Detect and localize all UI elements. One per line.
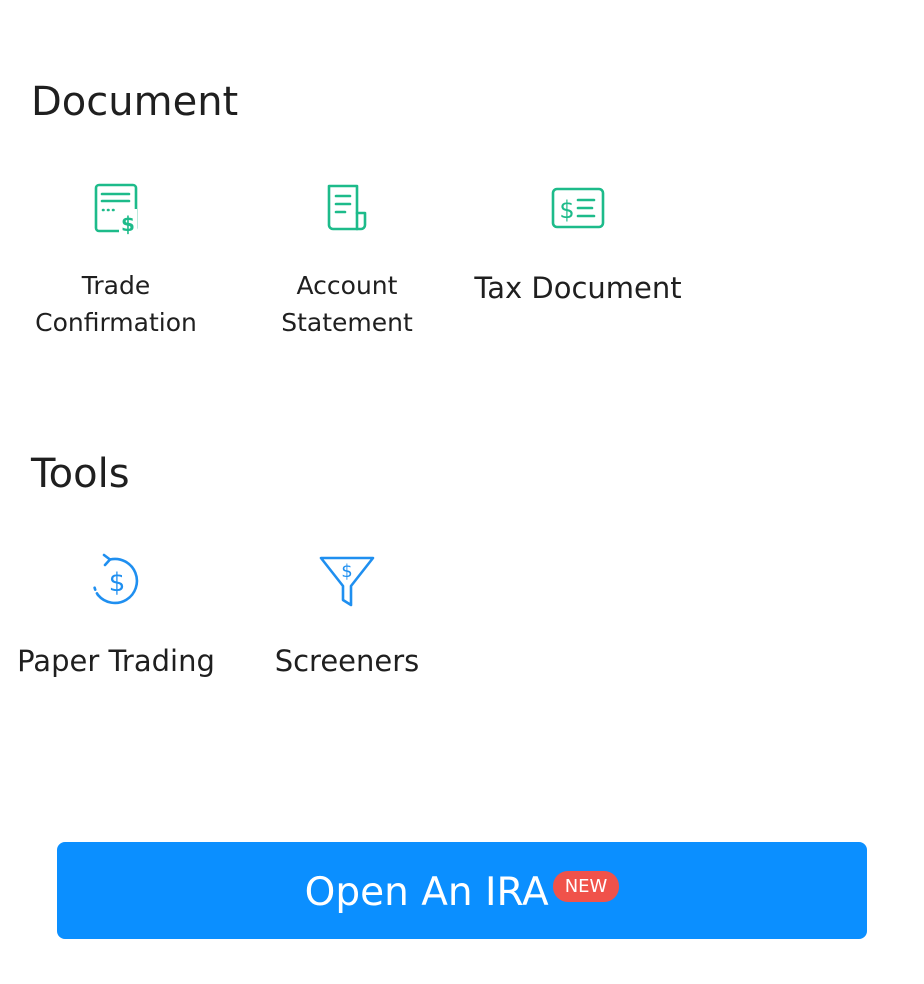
statement-scroll-icon [317, 177, 377, 237]
tools-section-title: Tools [31, 451, 130, 497]
screeners-label: Screeners [274, 644, 420, 678]
account-statement-tile[interactable]: Account Statement [232, 177, 462, 347]
dollar-card-icon: $ [548, 177, 608, 237]
tax-document-label: Tax Document [474, 271, 682, 305]
open-ira-button[interactable]: Open An IRA NEW [57, 842, 867, 939]
trade-confirmation-label: Trade Confirmation [35, 271, 197, 337]
dollar-refresh-icon: $ [86, 550, 146, 610]
account-statement-label: Account Statement [281, 271, 413, 337]
svg-text:$: $ [109, 568, 126, 598]
paper-trading-label: Paper Trading [17, 644, 215, 678]
svg-text:$: $ [559, 196, 574, 224]
receipt-dollar-icon: $ [86, 177, 146, 237]
document-section-title: Document [31, 79, 239, 125]
new-badge: NEW [552, 871, 620, 902]
open-ira-label: Open An IRA [304, 870, 549, 915]
screeners-tile[interactable]: $ Screeners [232, 550, 462, 690]
dollar-funnel-icon: $ [317, 550, 377, 610]
tax-document-tile[interactable]: $ Tax Document [463, 177, 693, 347]
svg-text:$: $ [121, 212, 135, 236]
trade-confirmation-tile[interactable]: $ Trade Confirmation [1, 177, 231, 347]
svg-text:$: $ [341, 561, 352, 582]
paper-trading-tile[interactable]: $ Paper Trading [1, 550, 231, 690]
